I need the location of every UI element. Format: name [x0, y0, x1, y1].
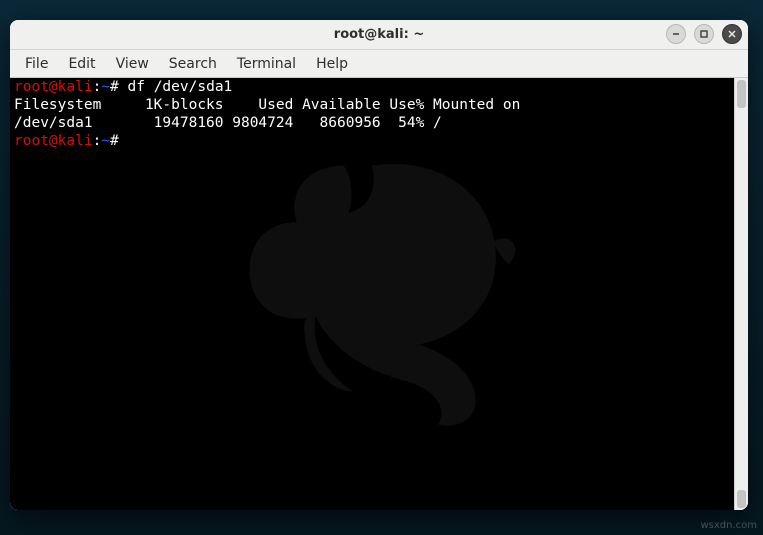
menu-help[interactable]: Help — [307, 53, 357, 75]
menubar: File Edit View Search Terminal Help — [10, 50, 748, 78]
prompt-userhost: root@kali — [14, 79, 93, 95]
titlebar[interactable]: root@kali: ~ — [10, 20, 748, 50]
menu-file[interactable]: File — [16, 53, 57, 75]
window-controls — [666, 24, 742, 44]
minimize-icon — [671, 29, 681, 39]
command-text: df /dev/sda1 — [128, 79, 233, 95]
menu-search[interactable]: Search — [160, 53, 226, 75]
window-title: root@kali: ~ — [334, 27, 424, 42]
dragon-watermark — [182, 128, 562, 448]
prompt-sep2: # — [110, 133, 119, 149]
menu-view[interactable]: View — [107, 53, 158, 75]
output-row: /dev/sda1 19478160 9804724 8660956 54% / — [14, 115, 442, 131]
scrollbar-thumb-bottom[interactable] — [737, 490, 746, 508]
output-header: Filesystem 1K-blocks Used Available Use%… — [14, 97, 520, 113]
terminal-window: root@kali: ~ File Edit View Search Termi… — [10, 20, 748, 510]
prompt-path: ~ — [101, 79, 110, 95]
scrollbar-thumb[interactable] — [737, 80, 746, 108]
prompt-sep2: # — [110, 79, 119, 95]
prompt-sep1: : — [93, 133, 102, 149]
menu-terminal[interactable]: Terminal — [228, 53, 305, 75]
scrollbar[interactable] — [734, 78, 748, 510]
close-button[interactable] — [722, 24, 742, 44]
prompt-path: ~ — [101, 133, 110, 149]
prompt-sep1: : — [93, 79, 102, 95]
prompt-userhost: root@kali — [14, 133, 93, 149]
terminal-output: root@kali:~# df /dev/sda1 Filesystem 1K-… — [14, 78, 730, 150]
page-watermark: wsxdn.com — [700, 520, 757, 531]
terminal[interactable]: root@kali:~# df /dev/sda1 Filesystem 1K-… — [10, 78, 734, 510]
minimize-button[interactable] — [666, 24, 686, 44]
terminal-area: root@kali:~# df /dev/sda1 Filesystem 1K-… — [10, 78, 748, 510]
maximize-button[interactable] — [694, 24, 714, 44]
maximize-icon — [699, 29, 709, 39]
menu-edit[interactable]: Edit — [59, 53, 104, 75]
close-icon — [727, 29, 737, 39]
